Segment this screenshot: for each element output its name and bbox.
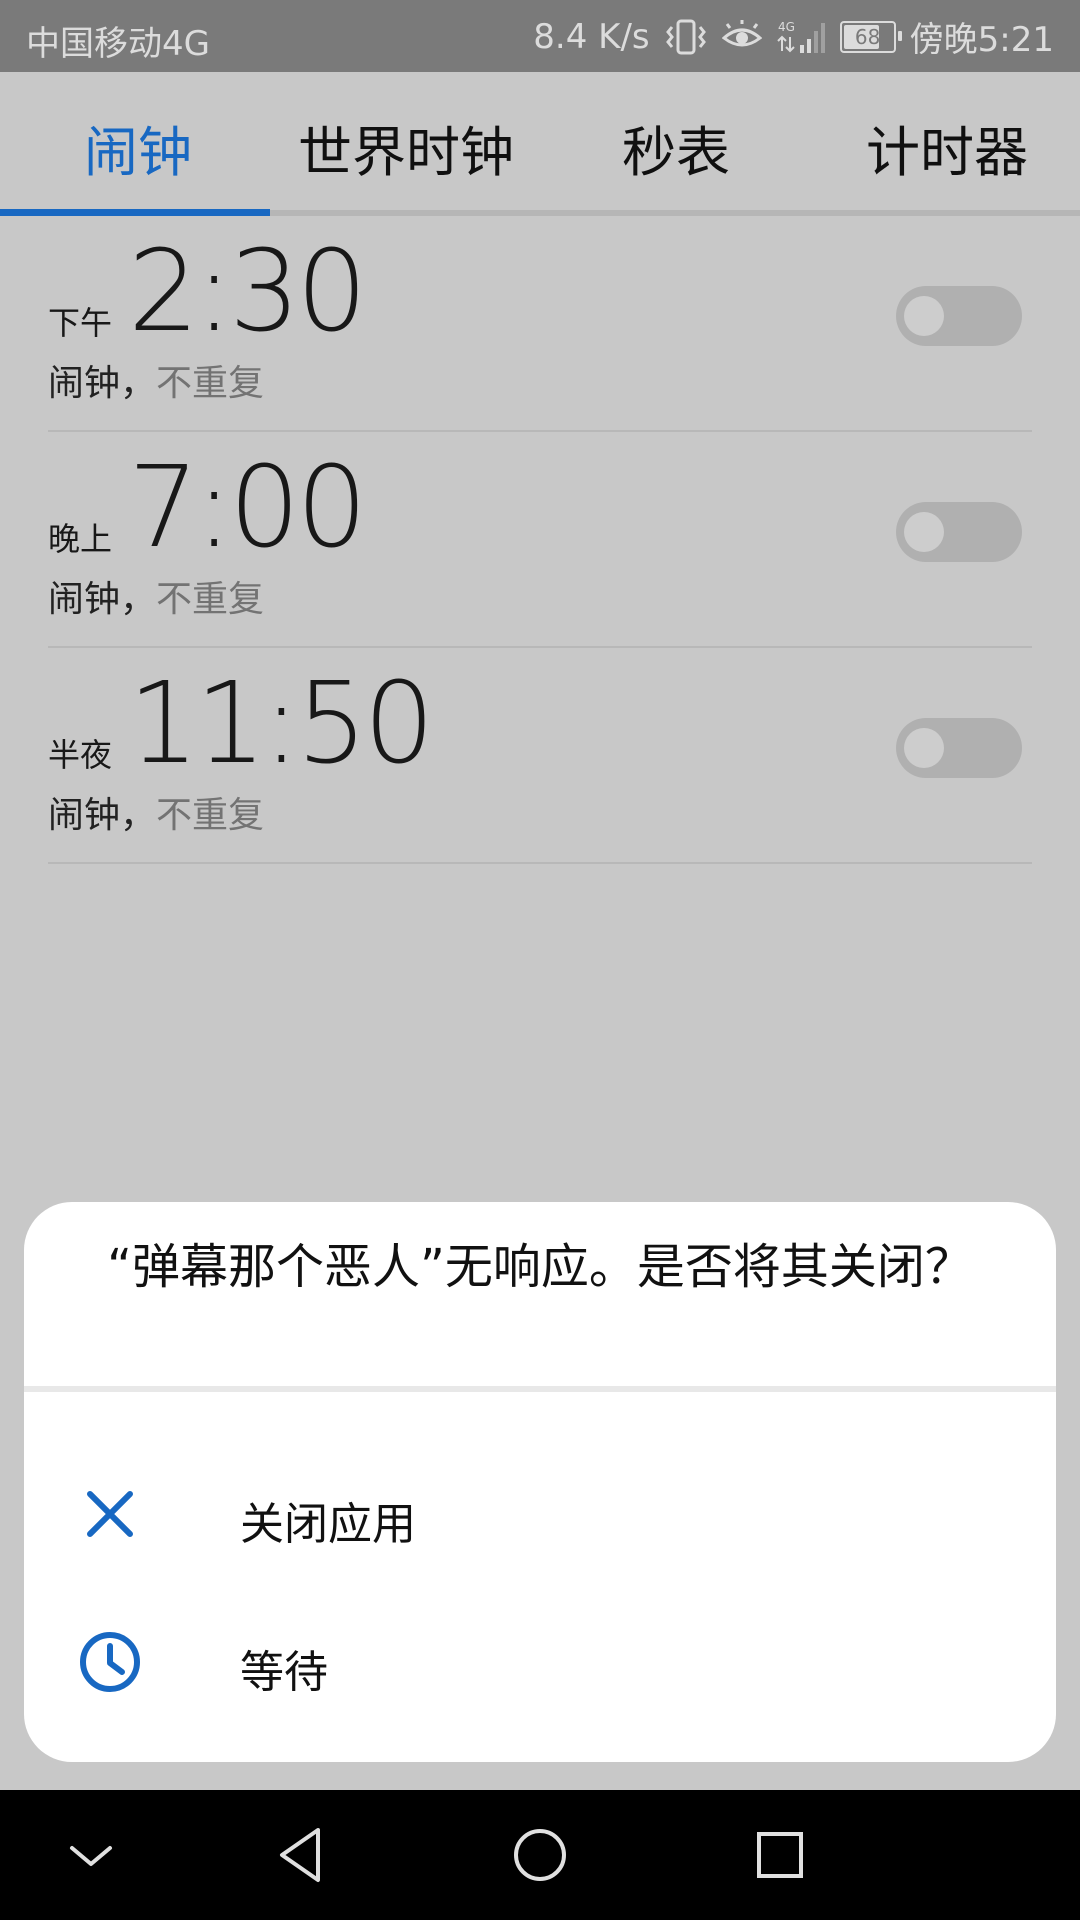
status-bar-right: 8.4 K/s 4G 68 傍晚5:21 bbox=[533, 12, 1054, 61]
battery-icon: 68 bbox=[839, 20, 902, 53]
dialog-divider bbox=[24, 1386, 1056, 1392]
close-icon bbox=[78, 1482, 142, 1546]
hide-nav-icon[interactable] bbox=[56, 1820, 126, 1890]
alarm-time: 2:30 bbox=[128, 227, 368, 357]
dialog-title: “弹幕那个恶人”无响应。是否将其关闭？ bbox=[107, 1239, 973, 1295]
vibrate-icon bbox=[664, 17, 708, 57]
alarm-name: 闹钟， bbox=[48, 363, 157, 404]
battery-level: 68 bbox=[854, 24, 881, 49]
active-tab-indicator bbox=[0, 209, 270, 216]
network-speed: 8.4 K/s bbox=[533, 16, 650, 57]
clock-icon bbox=[78, 1630, 142, 1694]
alarm-name: 闹钟， bbox=[48, 579, 157, 620]
alarm-repeat: 不重复 bbox=[156, 795, 265, 836]
tab-bar: 闹钟 世界时钟 秒表 计时器 bbox=[0, 72, 1080, 216]
tab-timer[interactable]: 计时器 bbox=[866, 108, 1028, 187]
alarm-item[interactable]: 下午 2:30 闹钟，不重复 bbox=[48, 216, 1032, 432]
wait-option[interactable]: 等待 bbox=[24, 1592, 1056, 1732]
alarm-item[interactable]: 半夜 11:50 闹钟，不重复 bbox=[48, 648, 1032, 864]
recents-icon[interactable] bbox=[745, 1820, 815, 1890]
alarm-repeat: 不重复 bbox=[156, 579, 265, 620]
alarm-label: 闹钟，不重复 bbox=[48, 570, 264, 622]
wait-label: 等待 bbox=[240, 1647, 328, 1698]
status-bar: 中国移动4G 8.4 K/s 4G 68 傍晚5:21 bbox=[0, 0, 1080, 72]
alarm-time: 7:00 bbox=[128, 443, 368, 573]
alarm-name: 闹钟， bbox=[48, 795, 157, 836]
close-app-label: 关闭应用 bbox=[240, 1499, 416, 1550]
alarm-period: 半夜 bbox=[48, 736, 113, 774]
tab-stopwatch[interactable]: 秒表 bbox=[622, 108, 730, 187]
signal-icon: 4G bbox=[776, 17, 826, 57]
alarm-period: 晚上 bbox=[48, 520, 113, 558]
alarm-toggle[interactable] bbox=[896, 286, 1022, 346]
alarm-label: 闹钟，不重复 bbox=[48, 786, 264, 838]
network-type-label: 4G bbox=[778, 20, 795, 34]
alarm-toggle[interactable] bbox=[896, 718, 1022, 778]
carrier-name: 中国移动4G bbox=[26, 24, 210, 64]
alarm-label: 闹钟，不重复 bbox=[48, 354, 264, 406]
tab-world-clock[interactable]: 世界时钟 bbox=[298, 108, 514, 187]
alarm-repeat: 不重复 bbox=[156, 363, 265, 404]
navigation-bar bbox=[0, 1790, 1080, 1920]
alarm-period: 下午 bbox=[48, 304, 113, 342]
alarm-divider bbox=[48, 862, 1032, 864]
close-app-option[interactable]: 关闭应用 bbox=[24, 1444, 1056, 1584]
eye-comfort-icon bbox=[721, 19, 762, 54]
status-time: 傍晚5:21 bbox=[909, 20, 1054, 60]
alarm-time: 11:50 bbox=[128, 659, 435, 789]
alarm-toggle[interactable] bbox=[896, 502, 1022, 562]
alarm-item[interactable]: 晚上 7:00 闹钟，不重复 bbox=[48, 432, 1032, 648]
home-icon[interactable] bbox=[505, 1820, 575, 1890]
app-not-responding-dialog: “弹幕那个恶人”无响应。是否将其关闭？ 关闭应用 等待 bbox=[24, 1202, 1056, 1762]
tab-alarm[interactable]: 闹钟 bbox=[84, 108, 192, 187]
back-icon[interactable] bbox=[266, 1820, 336, 1890]
